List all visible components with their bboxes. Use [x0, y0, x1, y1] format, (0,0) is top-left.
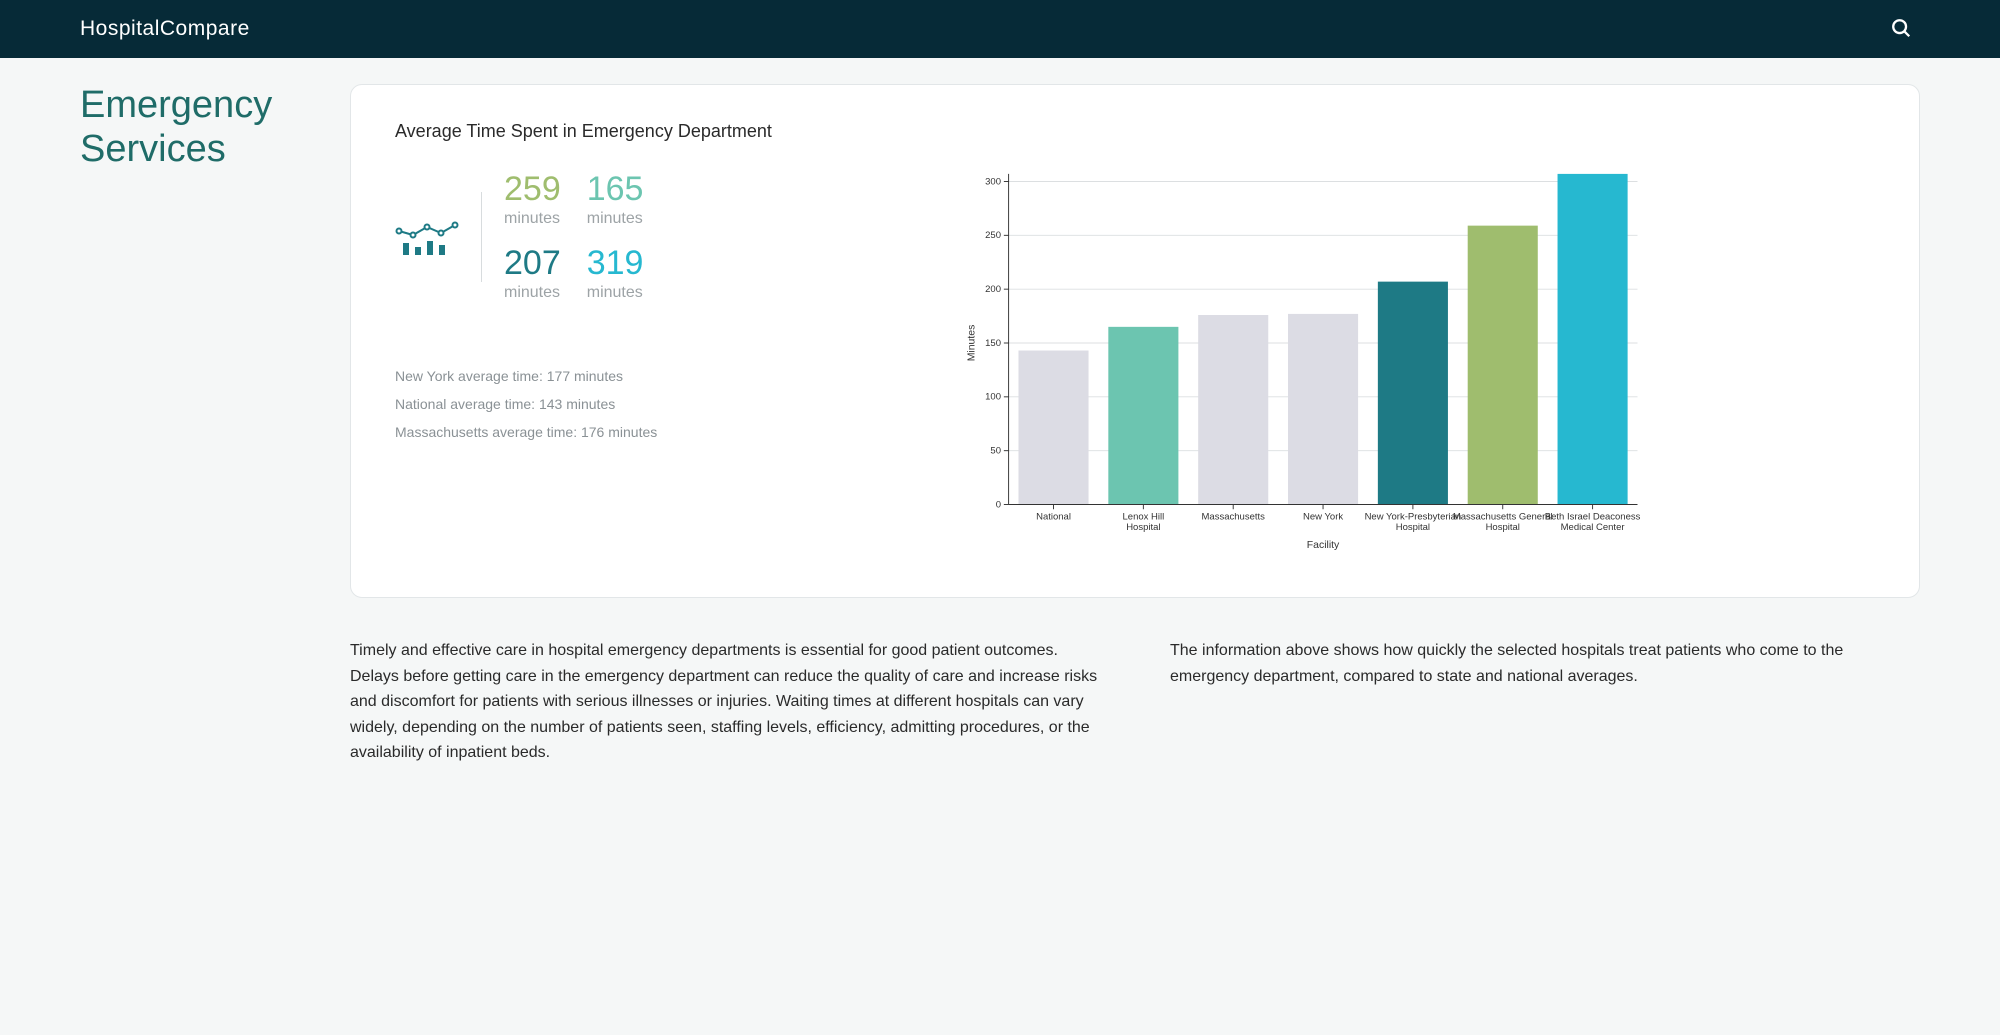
svg-text:Hospital: Hospital [1126, 522, 1160, 533]
svg-text:Lenox Hill: Lenox Hill [1123, 512, 1165, 523]
stat-value: 207 [504, 246, 561, 280]
stat-unit: minutes [504, 210, 561, 228]
svg-text:250: 250 [985, 230, 1001, 241]
stat-value: 165 [587, 172, 644, 206]
stat-item: 165 minutes [587, 172, 644, 228]
average-line: New York average time: 177 minutes [395, 362, 695, 390]
svg-text:Hospital: Hospital [1486, 522, 1520, 533]
svg-text:New York-Presbyterian: New York-Presbyterian [1365, 512, 1462, 523]
stat-value: 259 [504, 172, 561, 206]
svg-text:100: 100 [985, 392, 1001, 403]
averages-list: New York average time: 177 minutes Natio… [395, 362, 695, 446]
stat-item: 319 minutes [587, 246, 644, 302]
page-title: Emergency Services [80, 84, 310, 766]
svg-text:200: 200 [985, 284, 1001, 295]
svg-text:Medical Center: Medical Center [1561, 522, 1625, 533]
brand-light: Hospital [80, 17, 160, 40]
stat-unit: minutes [587, 284, 644, 302]
stat-unit: minutes [587, 210, 644, 228]
stat-item: 207 minutes [504, 246, 561, 302]
svg-text:Facility: Facility [1307, 540, 1340, 551]
stats-column: 259 minutes 165 minutes 207 minutes [395, 172, 695, 557]
description-left: Timely and effective care in hospital em… [350, 638, 1100, 766]
chart-column: 050100150200250300NationalLenox HillHosp… [735, 172, 1875, 557]
average-line: Massachusetts average time: 176 minutes [395, 418, 695, 446]
svg-text:150: 150 [985, 338, 1001, 349]
stat-unit: minutes [504, 284, 561, 302]
svg-text:300: 300 [985, 176, 1001, 187]
svg-text:National: National [1036, 512, 1071, 523]
average-line: National average time: 143 minutes [395, 390, 695, 418]
svg-text:Beth Israel Deaconess: Beth Israel Deaconess [1545, 512, 1641, 523]
svg-text:Massachusetts General: Massachusetts General [1453, 512, 1553, 523]
stat-value: 319 [587, 246, 644, 280]
svg-text:New York: New York [1303, 512, 1343, 523]
search-button[interactable] [1882, 9, 1920, 50]
svg-text:0: 0 [996, 499, 1001, 510]
card-title: Average Time Spent in Emergency Departme… [395, 121, 1875, 142]
page-body: Emergency Services Average Time Spent in… [0, 58, 2000, 806]
svg-text:Minutes: Minutes [966, 325, 977, 362]
description-right: The information above shows how quickly … [1170, 638, 1920, 766]
bar-chart: 050100150200250300NationalLenox HillHosp… [735, 172, 1875, 552]
svg-text:Massachusetts: Massachusetts [1202, 512, 1266, 523]
header: HospitalCompare [0, 0, 2000, 58]
svg-text:50: 50 [990, 446, 1001, 457]
stat-grid: 259 minutes 165 minutes 207 minutes [504, 172, 643, 302]
svg-text:Hospital: Hospital [1396, 522, 1430, 533]
chart-card: Average Time Spent in Emergency Departme… [350, 84, 1920, 598]
main-content: Average Time Spent in Emergency Departme… [350, 84, 1920, 766]
chart-icon [395, 212, 459, 262]
brand-logo[interactable]: HospitalCompare [80, 17, 250, 41]
stat-item: 259 minutes [504, 172, 561, 228]
search-icon [1890, 17, 1912, 39]
divider [481, 192, 482, 282]
brand-bold: Compare [160, 17, 250, 40]
description-row: Timely and effective care in hospital em… [350, 638, 1920, 766]
